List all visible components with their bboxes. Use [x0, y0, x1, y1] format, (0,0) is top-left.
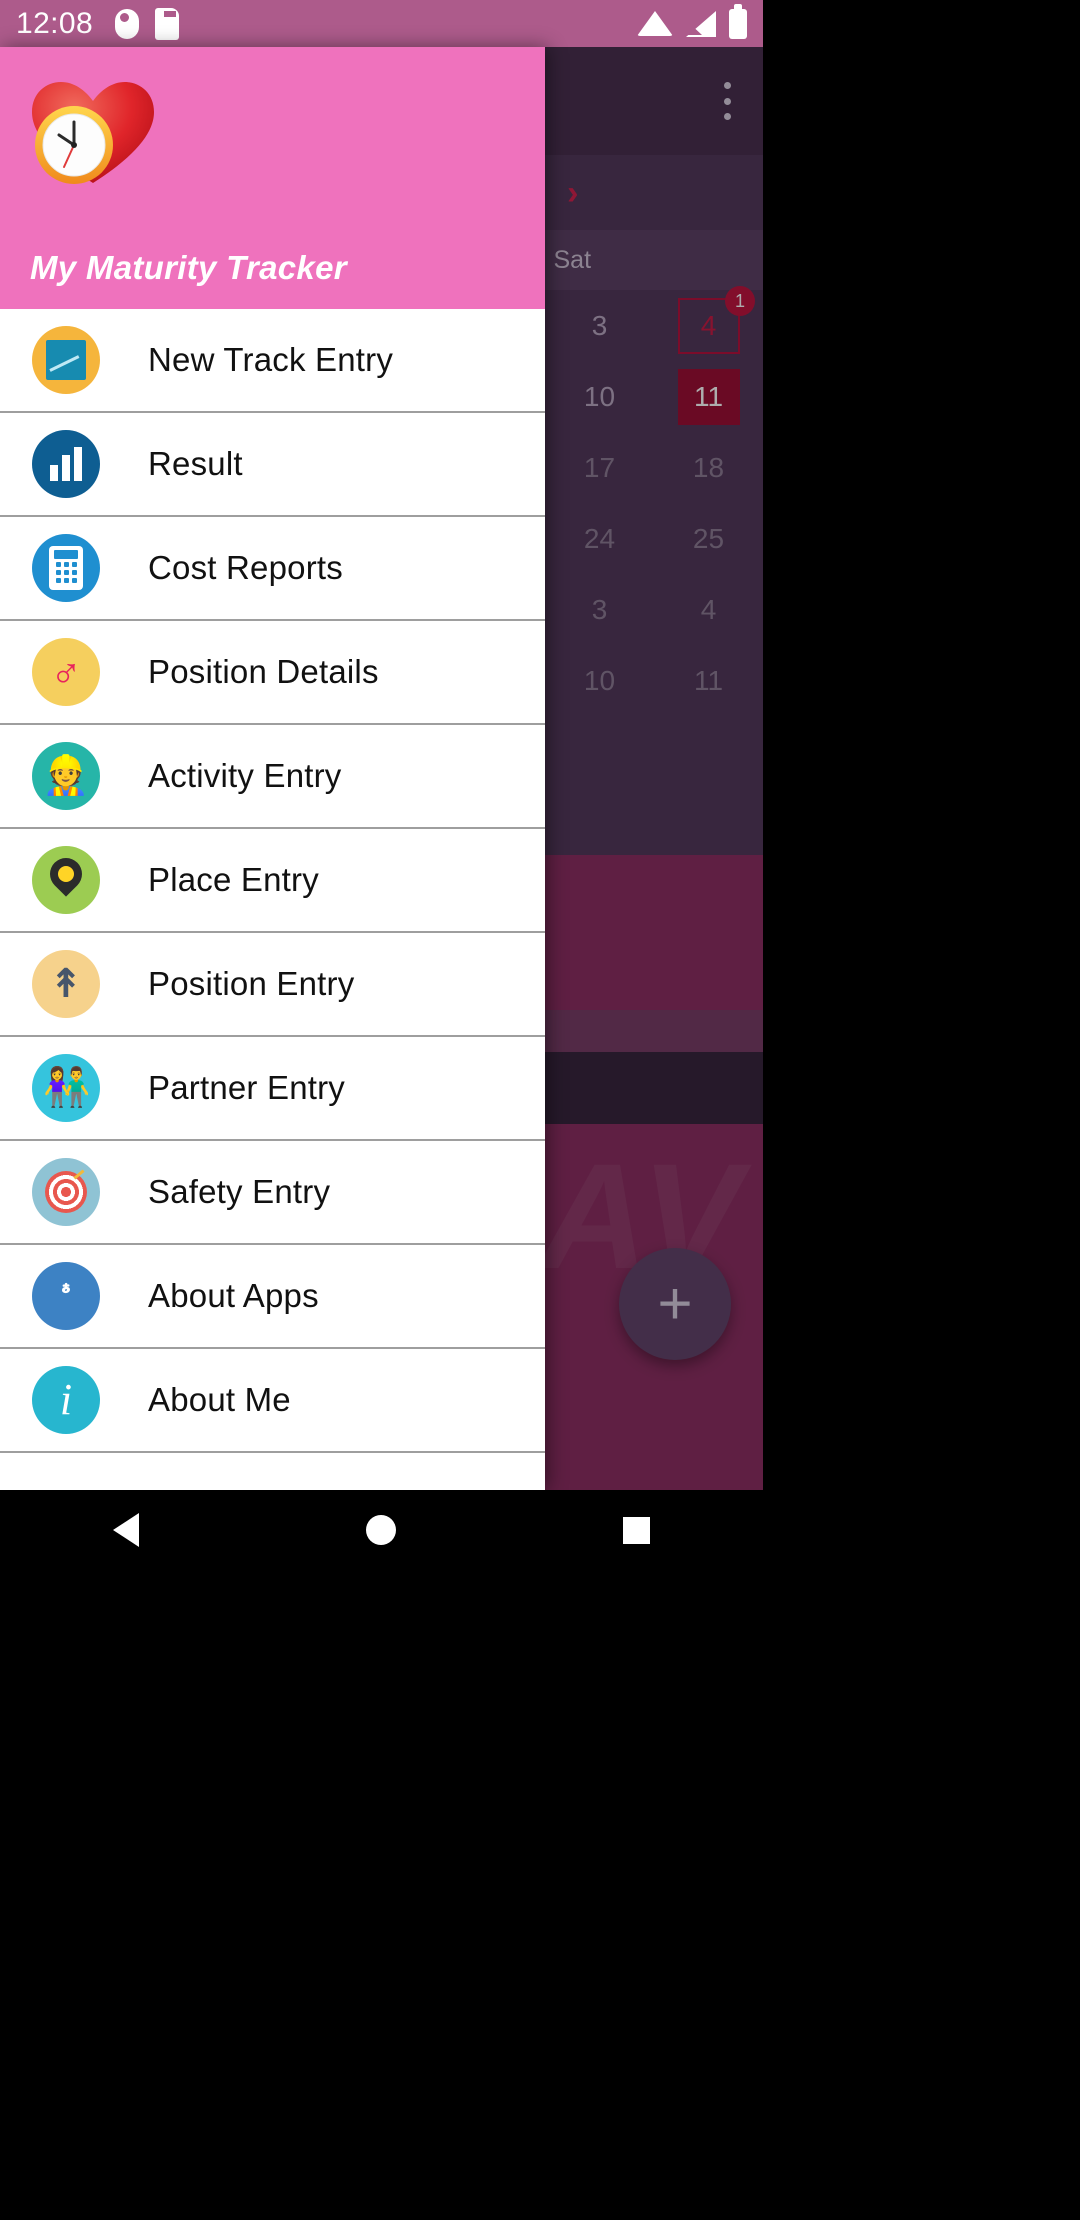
- wifi-icon: [637, 11, 673, 36]
- battery-icon: [729, 3, 747, 39]
- drawer-item-about-me[interactable]: i About Me: [0, 1349, 545, 1453]
- calculator-icon: [32, 534, 100, 602]
- map-pin-icon: [32, 846, 100, 914]
- zigzag-glyph: ↟: [49, 962, 83, 1006]
- drawer-item-new-track-entry[interactable]: New Track Entry: [0, 309, 545, 413]
- drawer-item-label: Cost Reports: [148, 549, 343, 586]
- drawer-item-label: About Me: [148, 1381, 291, 1418]
- drawer-item-cost-reports[interactable]: Cost Reports: [0, 517, 545, 621]
- navigation-drawer: My Maturity Tracker New Track Entry Resul…: [0, 47, 545, 1490]
- drawer-item-label: Partner Entry: [148, 1069, 346, 1106]
- app-store-icon: 𝃘: [32, 1262, 100, 1330]
- drawer-header: My Maturity Tracker: [0, 47, 545, 309]
- drawer-item-position-details[interactable]: ♂ Position Details: [0, 621, 545, 725]
- drawer-item-safety-entry[interactable]: Safety Entry: [0, 1141, 545, 1245]
- drawer-item-label: Result: [148, 445, 243, 482]
- alarm-pill-icon: [115, 8, 140, 39]
- status-bar: 12:08: [0, 0, 763, 47]
- drawer-item-activity-entry[interactable]: 👷 Activity Entry: [0, 725, 545, 829]
- target-dartboard-icon: [32, 1158, 100, 1226]
- drawer-item-label: About Apps: [148, 1277, 319, 1314]
- heart-clock-logo: [32, 82, 154, 184]
- drawer-item-label: Place Entry: [148, 861, 319, 898]
- system-navigation-bar: [0, 1490, 763, 1570]
- drawer-item-position-entry[interactable]: ↟ Position Entry: [0, 933, 545, 1037]
- worker-glyph: 👷: [42, 755, 90, 797]
- mars-symbol-icon: ♂: [32, 638, 100, 706]
- drawer-menu: New Track Entry Result Cost Reports ♂ Positi…: [0, 309, 545, 1453]
- drawer-item-result[interactable]: Result: [0, 413, 545, 517]
- drawer-item-label: Position Entry: [148, 965, 355, 1002]
- info-glyph: i: [59, 1375, 73, 1424]
- worker-person-icon: 👷: [32, 742, 100, 810]
- status-bar-clock: 12:08: [16, 6, 94, 40]
- chart-square-glyph: [46, 340, 86, 380]
- back-triangle-icon[interactable]: [113, 1513, 140, 1547]
- drawer-item-partner-entry[interactable]: 👫 Partner Entry: [0, 1037, 545, 1141]
- drawer-item-place-entry[interactable]: Place Entry: [0, 829, 545, 933]
- zigzag-arrow-icon: ↟: [32, 950, 100, 1018]
- target-glyph: [45, 1171, 87, 1213]
- mars-glyph: ♂: [50, 648, 82, 695]
- drawer-app-title: My Maturity Tracker: [30, 249, 347, 286]
- line-chart-icon: [32, 326, 100, 394]
- appstore-glyph: 𝃘: [61, 1274, 71, 1318]
- drawer-item-label: Activity Entry: [148, 757, 342, 794]
- home-circle-icon[interactable]: [365, 1515, 396, 1545]
- couple-glyph: 👫: [43, 1067, 90, 1109]
- cellular-signal-icon: [686, 10, 716, 37]
- calculator-glyph: [49, 546, 83, 590]
- sd-card-icon: [155, 7, 180, 40]
- pin-glyph: [50, 858, 82, 902]
- phone-screen: › Fri Sat 341101117182425341011 AV + 12:…: [0, 0, 763, 1570]
- info-icon: i: [32, 1366, 100, 1434]
- bars-glyph: [50, 447, 82, 481]
- couple-icon: 👫: [32, 1054, 100, 1122]
- drawer-item-label: New Track Entry: [148, 341, 394, 378]
- recents-square-icon[interactable]: [622, 1516, 650, 1544]
- drawer-item-label: Position Details: [148, 653, 379, 690]
- bar-chart-icon: [32, 430, 100, 498]
- drawer-item-label: Safety Entry: [148, 1173, 331, 1210]
- drawer-item-about-apps[interactable]: 𝃘 About Apps: [0, 1245, 545, 1349]
